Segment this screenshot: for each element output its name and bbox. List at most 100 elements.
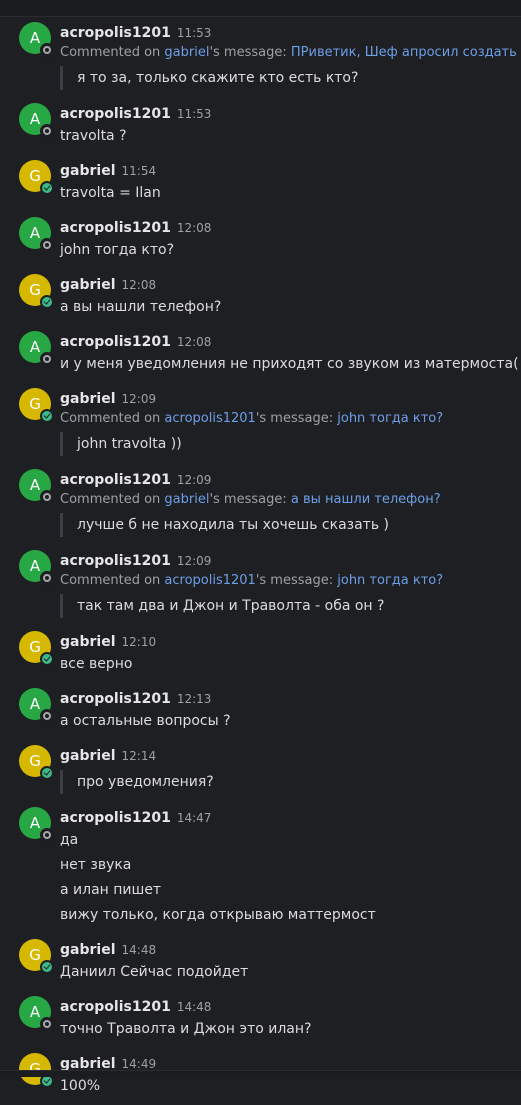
post-time[interactable]: 11:53 xyxy=(177,107,212,121)
message-text: а илан пишет xyxy=(60,882,162,898)
post-header: acropolis1201 14:47 xyxy=(60,806,521,828)
commented-on-mid: 's message: xyxy=(209,45,291,60)
commented-on-user[interactable]: acropolis1201 xyxy=(164,573,255,588)
message-text: а остальные вопросы ? xyxy=(60,713,231,729)
commented-on-prefix: Commented on xyxy=(60,573,165,588)
commented-on: Commented on acropolis1201's message: jo… xyxy=(60,571,521,590)
commented-on-user[interactable]: gabriel xyxy=(164,492,209,507)
reply-text: лучше б не находила ты хочешь сказать ) xyxy=(60,513,521,537)
post-time[interactable]: 14:47 xyxy=(177,811,212,825)
post-time[interactable]: 12:09 xyxy=(177,473,212,487)
message-text: все верно xyxy=(60,656,133,672)
message-post[interactable]: Aacropolis1201 11:53 travolta ? xyxy=(0,98,521,155)
post-time[interactable]: 12:09 xyxy=(122,392,157,406)
message-post[interactable]: Ggabriel 12:14 про уведомления? xyxy=(0,740,521,802)
message-post[interactable]: Ggabriel 11:54 travolta = Ilan xyxy=(0,155,521,212)
post-time[interactable]: 14:48 xyxy=(177,1000,212,1014)
post-header: acropolis1201 12:09 xyxy=(60,549,521,571)
author-name[interactable]: acropolis1201 xyxy=(60,691,171,707)
message-post[interactable]: Aacropolis1201 12:09 Commented on acropoli… xyxy=(0,545,521,626)
message-text: travolta ? xyxy=(60,128,127,144)
post-time[interactable]: 12:08 xyxy=(177,221,212,235)
message-post[interactable]: Aacropolis1201 12:08 и у меня уведомления … xyxy=(0,326,521,383)
post-time[interactable]: 12:09 xyxy=(177,554,212,568)
message-text: вижу только, когда открываю маттермост xyxy=(60,907,376,923)
message-post[interactable]: Aacropolis1201 14:48 точно Траволта и Джон… xyxy=(0,991,521,1048)
message-post[interactable]: Aacropolis1201 14:47 да нет звука а илан пиш… xyxy=(0,802,521,934)
post-time[interactable]: 12:08 xyxy=(177,335,212,349)
commented-on-prefix: Commented on xyxy=(60,411,165,426)
message-text: да xyxy=(60,832,79,848)
post-time[interactable]: 12:14 xyxy=(122,749,157,763)
message-text: нет звука xyxy=(60,857,132,873)
commented-on-mid: 's message: xyxy=(209,492,291,507)
post-header: acropolis1201 12:08 xyxy=(60,330,521,352)
status-offline-icon xyxy=(40,709,54,723)
bottom-edge xyxy=(0,1070,521,1077)
message-text: точно Траволта и Джон это илан? xyxy=(60,1021,312,1037)
author-name[interactable]: gabriel xyxy=(60,748,116,764)
author-name[interactable]: acropolis1201 xyxy=(60,106,171,122)
post-header: acropolis1201 12:08 xyxy=(60,216,521,238)
post-header: gabriel 14:48 xyxy=(60,938,521,960)
message-post[interactable]: Aacropolis1201 11:53 Commented on gabriel'… xyxy=(0,17,521,98)
message-text: и у меня уведомления не приходят со звук… xyxy=(60,356,519,372)
status-offline-icon xyxy=(40,124,54,138)
commented-on-prefix: Commented on xyxy=(60,45,165,60)
reply-text: про уведомления? xyxy=(60,770,521,794)
commented-on-quote[interactable]: а вы нашли телефон? xyxy=(291,492,441,507)
author-name[interactable]: acropolis1201 xyxy=(60,25,171,41)
message-post[interactable]: Ggabriel 12:08 а вы нашли телефон? xyxy=(0,269,521,326)
post-header: gabriel 12:09 xyxy=(60,387,521,409)
message-post[interactable]: Ggabriel 12:09 Commented on acropolis1201'… xyxy=(0,383,521,464)
top-edge xyxy=(0,0,521,17)
message-post[interactable]: Ggabriel 14:48 Даниил Сейчас подойдет xyxy=(0,934,521,991)
post-time[interactable]: 11:54 xyxy=(122,164,157,178)
status-online-icon xyxy=(40,652,54,666)
author-name[interactable]: acropolis1201 xyxy=(60,334,171,350)
reply-text: я то за, только скажите кто есть кто? xyxy=(60,66,521,90)
post-time[interactable]: 12:13 xyxy=(177,692,212,706)
status-offline-icon xyxy=(40,43,54,57)
status-offline-icon xyxy=(40,828,54,842)
post-header: gabriel 12:10 xyxy=(60,630,521,652)
author-name[interactable]: gabriel xyxy=(60,277,116,293)
status-offline-icon xyxy=(40,490,54,504)
message-text: Даниил Сейчас подойдет xyxy=(60,964,249,980)
author-name[interactable]: gabriel xyxy=(60,163,116,179)
author-name[interactable]: acropolis1201 xyxy=(60,999,171,1015)
commented-on-quote[interactable]: ПРиветик, Шеф апросил создать их xyxy=(291,45,521,60)
reply-text: john travolta )) xyxy=(60,432,521,456)
post-time[interactable]: 12:08 xyxy=(122,278,157,292)
status-offline-icon xyxy=(40,1017,54,1031)
commented-on-user[interactable]: acropolis1201 xyxy=(164,411,255,426)
author-name[interactable]: gabriel xyxy=(60,634,116,650)
post-header: acropolis1201 11:53 xyxy=(60,21,521,43)
post-time[interactable]: 14:48 xyxy=(122,943,157,957)
author-name[interactable]: gabriel xyxy=(60,391,116,407)
commented-on-user[interactable]: gabriel xyxy=(164,45,209,60)
post-time[interactable]: 14:49 xyxy=(122,1057,157,1071)
commented-on-mid: 's message: xyxy=(255,411,338,426)
author-name[interactable]: acropolis1201 xyxy=(60,220,171,236)
status-online-icon xyxy=(40,181,54,195)
message-feed: Aacropolis1201 11:53 Commented on gabriel'… xyxy=(0,17,521,1105)
post-header: gabriel 12:14 xyxy=(60,744,521,766)
commented-on: Commented on gabriel's message: ПРиветик… xyxy=(60,43,521,62)
post-time[interactable]: 12:10 xyxy=(122,635,157,649)
commented-on-quote[interactable]: john тогда кто? xyxy=(337,573,443,588)
commented-on-quote[interactable]: john тогда кто? xyxy=(337,411,443,426)
status-offline-icon xyxy=(40,571,54,585)
author-name[interactable]: acropolis1201 xyxy=(60,553,171,569)
post-header: acropolis1201 11:53 xyxy=(60,102,521,124)
author-name[interactable]: acropolis1201 xyxy=(60,810,171,826)
message-post[interactable]: Aacropolis1201 12:09 Commented on gabriel'… xyxy=(0,464,521,545)
message-post[interactable]: Ggabriel 12:10 все верно xyxy=(0,626,521,683)
author-name[interactable]: acropolis1201 xyxy=(60,472,171,488)
message-text: travolta = Ilan xyxy=(60,185,161,201)
status-online-icon xyxy=(40,960,54,974)
post-time[interactable]: 11:53 xyxy=(177,26,212,40)
message-post[interactable]: Aacropolis1201 12:08 john тогда кто? xyxy=(0,212,521,269)
message-post[interactable]: Aacropolis1201 12:13 а остальные вопросы ? xyxy=(0,683,521,740)
author-name[interactable]: gabriel xyxy=(60,942,116,958)
